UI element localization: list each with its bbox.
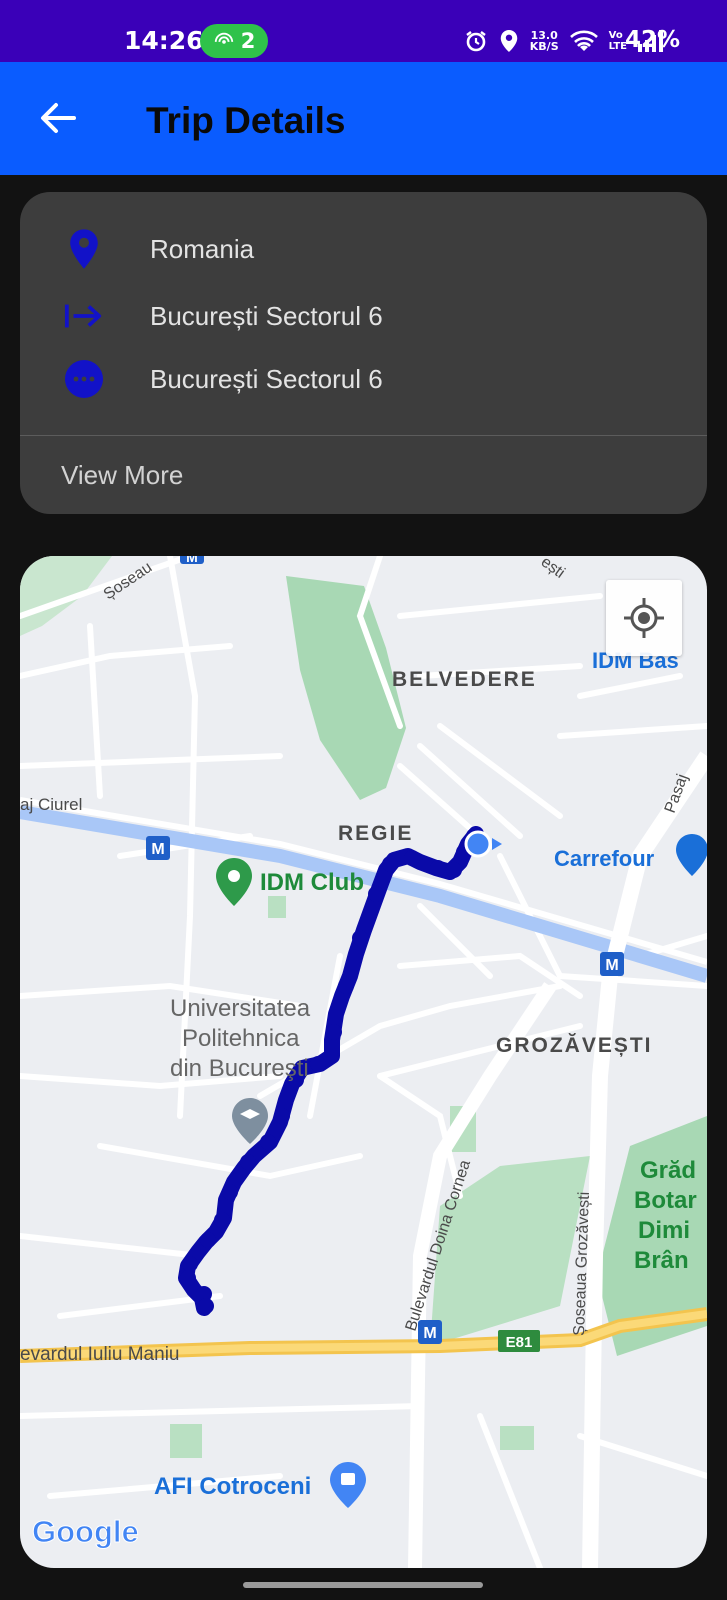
trip-country-text: Romania [150,233,255,264]
current-location-dot [464,830,492,858]
label-bd-iuliu-maniu: evardul Iuliu Maniu [20,1344,179,1365]
label-idm-club: IDM Club [260,869,364,896]
location-icon [500,30,518,52]
label-soseau: Șoseau [101,559,155,603]
label-afi-cotroceni: AFI Cotroceni [154,1473,311,1500]
arrow-right-to-line-icon [64,294,104,338]
carrefour-pin [676,834,707,876]
view-more-button[interactable]: View More [61,460,183,491]
trip-map[interactable]: M M M M BELVEDERE REGIE GROZĂVEȘTI IDM C… [20,556,707,1568]
home-gesture-pill[interactable] [243,1582,483,1588]
label-belvedere: BELVEDERE [392,668,537,691]
crosshair-icon [624,598,664,638]
label-gradina-1: Grăd [640,1157,696,1184]
trip-end-text: București Sectorul 6 [150,363,383,394]
label-univ-2: Politehnica [182,1025,300,1052]
location-pin-icon [64,227,104,271]
label-top-right-street: ești [538,556,568,582]
label-regie: REGIE [338,822,413,845]
metro-label-3: M [423,1325,436,1342]
back-arrow-icon[interactable] [36,96,80,140]
alarm-icon [466,31,486,52]
page-title: Trip Details [146,100,346,141]
app-bar: Trip Details [0,62,727,175]
idm-club-pin [216,858,252,906]
label-univ-3: din Bucureşti [170,1055,309,1082]
metro-label-1: M [151,841,164,858]
label-grozavesti: GROZĂVEȘTI [496,1034,653,1057]
trip-row-country: Romania [20,224,707,274]
hotspot-indicator: 2 [200,24,268,58]
map-canvas: M M M M BELVEDERE REGIE GROZĂVEȘTI IDM C… [20,556,707,1568]
metro-label-2: M [605,957,618,974]
trip-row-end: București Sectorul 6 [20,354,707,404]
label-gradina-4: Brân [634,1247,689,1274]
label-univ-1: Universitatea [170,995,311,1022]
navigation-bar [0,1568,727,1600]
trip-info-card: Romania București Sectorul 6 București S… [20,192,707,514]
trip-row-start: București Sectorul 6 [20,291,707,341]
label-e81: E81 [506,1334,533,1351]
trip-start-text: București Sectorul 6 [150,300,383,331]
more-horizontal-circle-icon [64,357,104,401]
green-block-3 [500,1426,534,1450]
wifi-icon [569,30,598,51]
heading-arrow-icon [492,838,502,850]
afi-cotroceni-pin [330,1462,366,1508]
green-block-2 [170,1424,202,1458]
metro-label-4: M [186,556,198,565]
network-speed: 13.0 KB/S [529,29,559,53]
label-gradina-2: Botar [634,1187,697,1214]
green-block-4 [268,896,286,918]
my-location-button[interactable] [606,580,682,656]
label-gradina-3: Dimi [638,1217,690,1244]
status-bar: 14:26 2 13.0 KB/S Vo LTE 42% [0,0,727,62]
battery-level: 42% [624,27,680,53]
card-divider [20,435,707,436]
label-aj-ciurel: aj Ciurel [20,795,82,814]
google-logo: Google [32,1514,139,1549]
hotspot-count: 2 [240,29,256,53]
hotspot-icon [214,32,233,44]
status-time: 14:26 [124,26,204,55]
label-carrefour: Carrefour [554,846,655,871]
park-top-left [20,556,112,636]
